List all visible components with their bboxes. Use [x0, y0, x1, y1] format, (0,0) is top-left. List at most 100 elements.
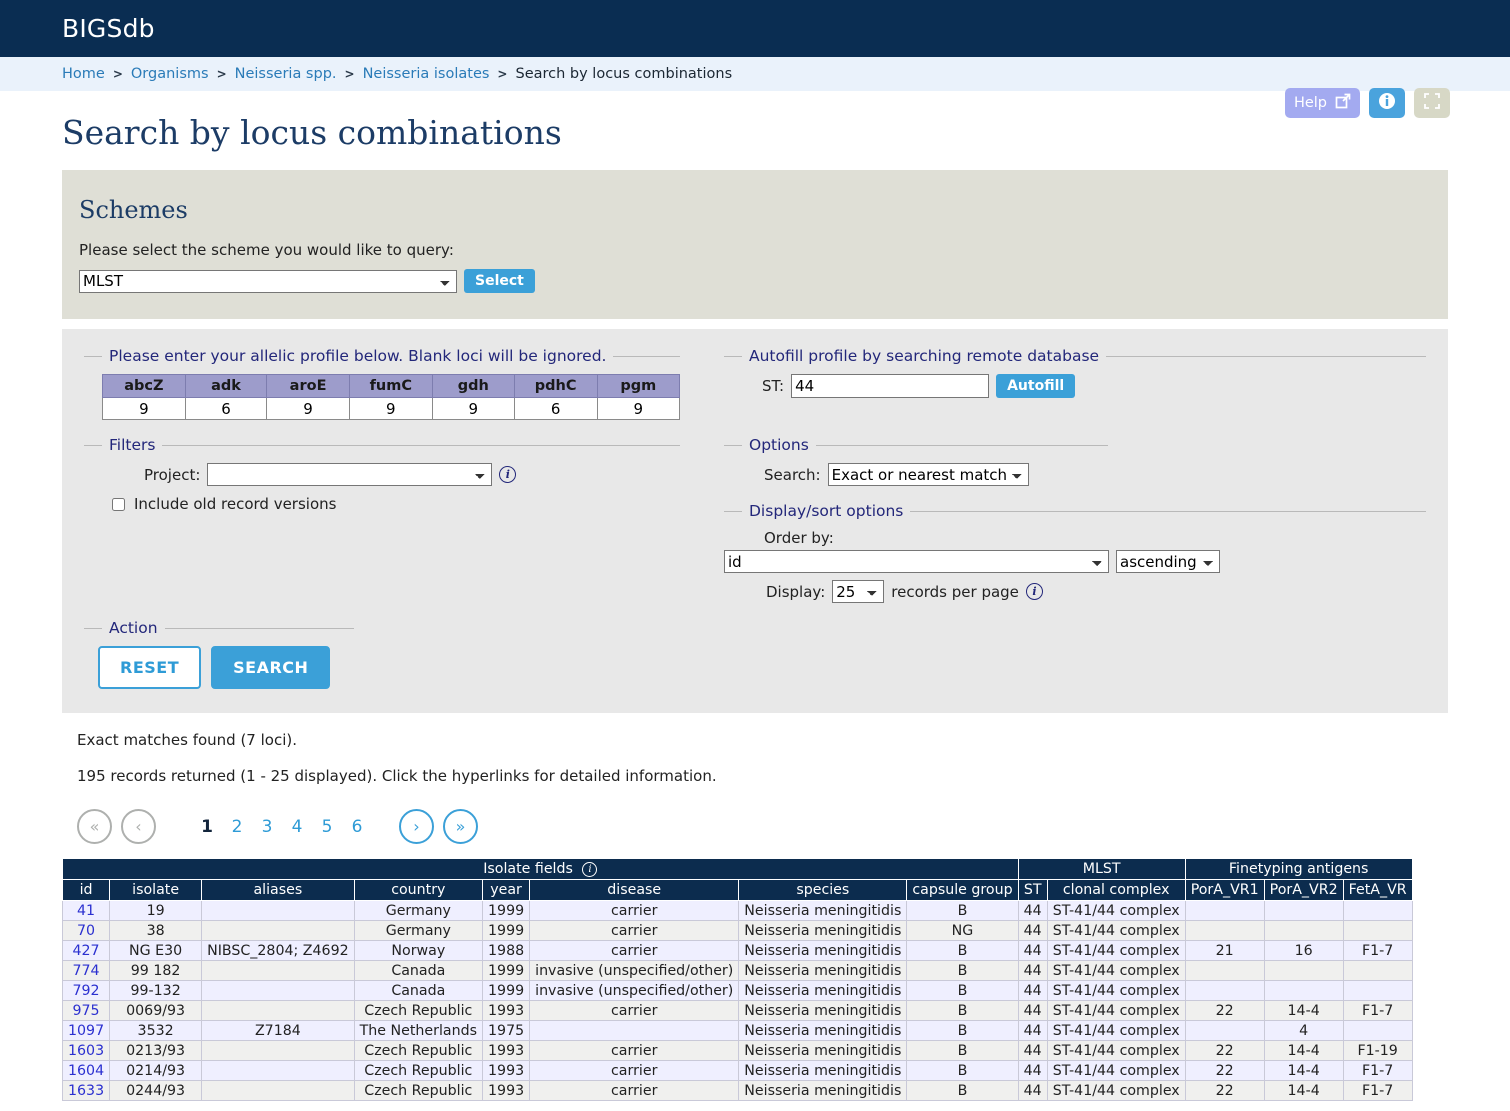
column-header-st[interactable]: ST — [1017, 879, 1048, 901]
cell-pora-vr2: 16 — [1263, 940, 1344, 961]
locus-input-pdhC[interactable] — [514, 398, 597, 419]
cell-id[interactable]: 1097 — [61, 1020, 111, 1041]
pager-page-6[interactable]: 6 — [342, 817, 372, 837]
breadcrumb-item-neisseria-isolates[interactable]: Neisseria isolates — [363, 66, 490, 82]
st-input[interactable] — [791, 374, 990, 398]
cell-clonal-complex: ST-41/44 complex — [1046, 980, 1186, 1001]
pager-prev-button[interactable]: ‹ — [121, 809, 156, 844]
cell-disease: carrier — [529, 940, 740, 961]
isolate-id-link[interactable]: 427 — [73, 943, 100, 959]
reset-button[interactable]: RESET — [98, 646, 202, 689]
search-button[interactable]: SEARCH — [211, 646, 331, 689]
column-header-isolate[interactable]: isolate — [109, 879, 203, 901]
cell-id[interactable]: 427 — [61, 940, 111, 961]
locus-input-adk[interactable] — [185, 398, 267, 419]
info-button[interactable] — [1369, 88, 1405, 118]
locus-input-aroE[interactable] — [267, 398, 349, 419]
column-header-pora-vr1[interactable]: PorA_VR1 — [1184, 879, 1265, 901]
order-by-select[interactable]: id — [724, 550, 1109, 573]
cell-capsule-group: B — [906, 900, 1019, 921]
breadcrumb-item-organisms[interactable]: Organisms — [131, 66, 209, 82]
pager-page-1[interactable]: 1 — [192, 817, 222, 837]
cell-country: The Netherlands — [353, 1020, 484, 1041]
isolate-id-link[interactable]: 70 — [77, 923, 95, 939]
isolate-id-link[interactable]: 975 — [73, 1003, 100, 1019]
records-per-page-select[interactable]: 25 — [832, 580, 885, 603]
cell-aliases — [201, 920, 355, 941]
schemes-lead-text: Please select the scheme you would like … — [79, 241, 454, 259]
pagination: « ‹ 1 2 3 4 5 6 › » — [0, 803, 1510, 844]
locus-header-row: abcZ adk aroE fumC gdh pdhC pgm — [102, 374, 681, 398]
locus-input-pgm[interactable] — [597, 398, 679, 419]
cell-id[interactable]: 41 — [61, 900, 111, 921]
cell-country: Czech Republic — [353, 1040, 484, 1061]
cell-isolate: 38 — [109, 920, 203, 941]
isolate-id-link[interactable]: 1097 — [68, 1023, 104, 1039]
locus-input-fumC[interactable] — [349, 398, 432, 419]
cell-year: 1999 — [482, 980, 531, 1001]
cell-country: Czech Republic — [353, 1080, 484, 1101]
table-row: 774 99 182 Canada 1999 invasive (unspecified… — [61, 960, 1413, 981]
query-form-panel: Please enter your allelic profile below.… — [62, 329, 1448, 713]
project-select[interactable] — [207, 463, 493, 486]
cell-pora-vr2 — [1263, 900, 1344, 921]
cell-id[interactable]: 1603 — [61, 1040, 111, 1061]
cell-disease: invasive (unspecified/other) — [529, 960, 740, 981]
select-scheme-button[interactable]: Select — [464, 269, 535, 293]
records-per-page-info-icon[interactable]: i — [1025, 583, 1043, 600]
cell-pora-vr2: 14-4 — [1263, 1000, 1344, 1021]
column-header-year[interactable]: year — [482, 879, 531, 901]
include-old-versions-checkbox[interactable] — [112, 497, 125, 511]
cell-disease: carrier — [529, 1000, 740, 1021]
cell-pora-vr1 — [1184, 920, 1265, 941]
isolate-id-link[interactable]: 41 — [77, 903, 95, 919]
cell-id[interactable]: 70 — [61, 920, 111, 941]
column-header-pora-vr2[interactable]: PorA_VR2 — [1263, 879, 1344, 901]
pager-page-5[interactable]: 5 — [312, 817, 342, 837]
fullscreen-button[interactable] — [1414, 88, 1450, 118]
isolate-id-link[interactable]: 1603 — [68, 1043, 104, 1059]
project-info-icon[interactable]: i — [499, 466, 517, 483]
isolate-id-link[interactable]: 792 — [73, 983, 100, 999]
column-header-clonal-complex[interactable]: clonal complex — [1046, 879, 1186, 901]
column-header-disease[interactable]: disease — [529, 879, 740, 901]
breadcrumb-item-home[interactable]: Home — [62, 66, 105, 82]
pager-page-3[interactable]: 3 — [252, 817, 282, 837]
scheme-select[interactable]: MLST — [79, 269, 457, 293]
locus-input-abcZ[interactable] — [103, 398, 185, 419]
pager-page-2[interactable]: 2 — [222, 817, 252, 837]
column-header-aliases[interactable]: aliases — [201, 879, 355, 901]
column-header-capsule-group[interactable]: capsule group — [906, 879, 1019, 901]
autofill-button[interactable]: Autofill — [996, 374, 1076, 398]
cell-country: Norway — [353, 940, 484, 961]
pager-page-4[interactable]: 4 — [282, 817, 312, 837]
column-header-feta-vr[interactable]: FetA_VR — [1342, 879, 1413, 901]
breadcrumb-current: Search by locus combinations — [515, 66, 733, 82]
cell-id[interactable]: 1604 — [61, 1060, 111, 1081]
isolate-fields-info-icon[interactable]: i — [582, 861, 598, 877]
pager-first-button[interactable]: « — [77, 809, 112, 844]
cell-id[interactable]: 975 — [61, 1000, 111, 1021]
cell-feta-vr — [1342, 980, 1413, 1001]
help-button[interactable]: Help — [1284, 88, 1360, 118]
cell-id[interactable]: 792 — [61, 980, 111, 1001]
column-header-id[interactable]: id — [61, 879, 111, 901]
cell-id[interactable]: 1633 — [61, 1080, 111, 1101]
cell-isolate: NG E30 — [109, 940, 203, 961]
schemes-heading: Schemes — [79, 196, 188, 224]
cell-capsule-group: B — [906, 940, 1019, 961]
sort-direction-select[interactable]: ascending — [1116, 550, 1220, 573]
isolate-id-link[interactable]: 1633 — [68, 1083, 104, 1099]
locus-input-gdh[interactable] — [432, 398, 514, 419]
column-header-species[interactable]: species — [738, 879, 908, 901]
cell-st: 44 — [1017, 920, 1048, 941]
column-header-country[interactable]: country — [353, 879, 484, 901]
isolate-id-link[interactable]: 774 — [73, 963, 100, 979]
isolate-id-link[interactable]: 1604 — [68, 1063, 104, 1079]
pager-last-button[interactable]: » — [443, 809, 478, 844]
breadcrumb-item-neisseria-spp[interactable]: Neisseria spp. — [235, 66, 337, 82]
cell-isolate: 0214/93 — [109, 1060, 203, 1081]
cell-id[interactable]: 774 — [61, 960, 111, 981]
pager-next-button[interactable]: › — [399, 809, 434, 844]
search-mode-select[interactable]: Exact or nearest match — [827, 463, 1029, 486]
